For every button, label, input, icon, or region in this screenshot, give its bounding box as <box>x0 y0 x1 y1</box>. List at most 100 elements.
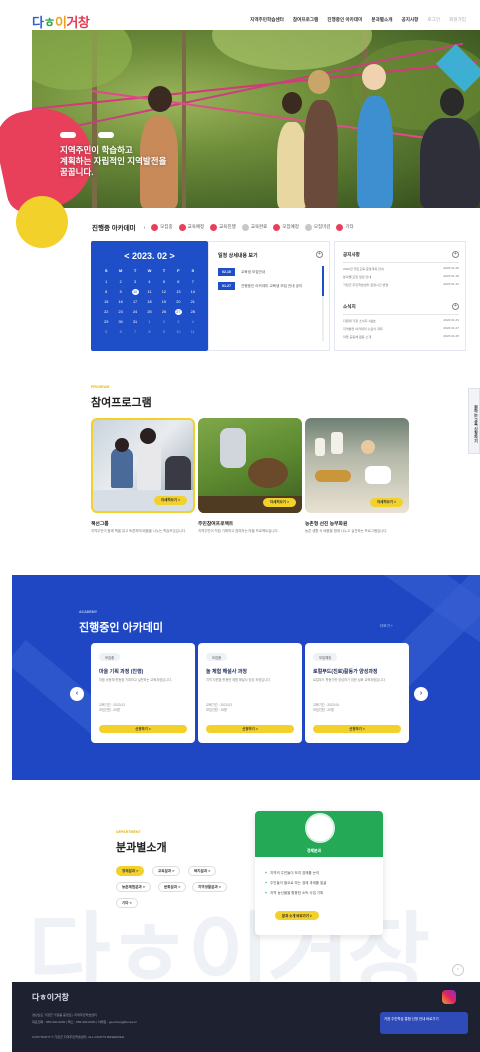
status-chip[interactable]: 교육예정 <box>178 223 204 231</box>
program-card[interactable]: 자세히보기 > 농촌형 선진 농부화원 농촌 생활 속 배움을 함께 나누고 실… <box>305 418 409 534</box>
calendar-day[interactable]: 29 <box>99 319 113 325</box>
academy-card[interactable]: 모집중 마을 기획 과정 (진행) 마을 공동체 활동을 기획하고 실천하는 교… <box>91 643 195 743</box>
carousel-prev-button[interactable]: ‹ <box>70 687 84 701</box>
newsletter-title[interactable]: 소식지 <box>343 304 356 310</box>
calendar-day[interactable]: 28 <box>186 309 200 315</box>
more-link[interactable]: 더보기 + <box>380 624 393 629</box>
detail-button[interactable]: 자세히보기 > <box>369 498 403 507</box>
calendar-day[interactable]: 4 <box>186 319 200 325</box>
calendar-day[interactable]: 7 <box>186 279 200 285</box>
nav-item[interactable]: 공지사항 <box>402 17 419 23</box>
calendar-day[interactable]: 22 <box>99 309 113 315</box>
calendar-day[interactable]: 6 <box>171 279 185 285</box>
calendar-day[interactable]: 16 <box>113 299 127 305</box>
calendar-day[interactable]: 7 <box>128 329 142 335</box>
apply-button[interactable]: 신청하기 > <box>99 725 187 733</box>
calendar-day[interactable]: 17 <box>128 299 142 305</box>
site-logo[interactable]: 다ㅎ이거창 <box>32 12 90 31</box>
nav-item[interactable]: 지역주민학습센터 <box>250 17 284 23</box>
notice-row[interactable]: 거창군 주민학습센터 운영시간 변경 2023.01.12 <box>343 282 459 287</box>
department-link-button[interactable]: 분과 소개 바로가기 > <box>275 911 319 920</box>
scroll-top-button[interactable]: ↑ <box>452 964 464 976</box>
calendar-day[interactable]: 9 <box>113 289 127 295</box>
schedule-row[interactable]: 01.27 진행중인 아카데미 교육생 모집 안내 공지 <box>218 282 302 290</box>
calendar-day[interactable]: 2 <box>113 279 127 285</box>
dept-chip[interactable]: 기타 > <box>116 898 138 908</box>
calendar-day[interactable]: 12 <box>157 289 171 295</box>
calendar-day[interactable]: 24 <box>128 309 142 315</box>
plus-icon[interactable]: + <box>452 303 459 310</box>
calendar-day[interactable]: 23 <box>113 309 127 315</box>
footer-banner[interactable]: 거창 주민학습 통합 신청 안내 바로가기 <box>380 1012 468 1034</box>
calendar-day[interactable]: 31 <box>128 319 142 325</box>
program-card[interactable]: 자세히보기 > 주민참여프로젝트 지역주민이 직접 기획하고 참여하는 마을 프… <box>198 418 302 534</box>
nav-item[interactable]: 참여프로그램 <box>293 17 318 23</box>
status-chip[interactable]: 모집중 <box>151 223 173 231</box>
calendar-day[interactable]: 10 <box>171 329 185 335</box>
dept-chip[interactable]: 복지분과 > <box>188 866 217 876</box>
calendar-day[interactable]: 20 <box>171 299 185 305</box>
notice-row[interactable]: 분과별 모임 일정 안내 2023.01.18 <box>343 274 459 279</box>
notice-row[interactable]: 2023년 주민교육 운영계획 안내 2023.01.20 <box>343 266 459 271</box>
calendar-day[interactable]: 10 <box>131 289 139 295</box>
hero-slide-indicator[interactable] <box>60 132 114 138</box>
calendar-day[interactable]: 3 <box>128 279 142 285</box>
detail-button[interactable]: 자세히보기 > <box>153 496 187 505</box>
apply-button[interactable]: 신청하기 > <box>206 725 294 733</box>
academy-card[interactable]: 모집예정 로컬푸드(진로)활동가 양성과정 로컬푸드 활동가를 양성하기 위한 … <box>305 643 409 743</box>
calendar-day[interactable]: 19 <box>157 299 171 305</box>
calendar-day[interactable]: 15 <box>99 299 113 305</box>
status-chip[interactable]: 모집마감 <box>304 223 330 231</box>
status-chip[interactable]: 교육완료 <box>241 223 267 231</box>
plus-icon[interactable]: + <box>452 251 459 258</box>
academy-card[interactable]: 모집중 놀 체험 해설사 과정 지역 자원을 활용한 체험 해설사 양성 과정입… <box>198 643 302 743</box>
dept-chip[interactable]: 지역생활분과 > <box>192 882 227 892</box>
carousel-next-button[interactable]: › <box>414 687 428 701</box>
calendar-day[interactable]: 6 <box>113 329 127 335</box>
status-chip[interactable]: 기타 <box>336 223 354 231</box>
calendar-day[interactable]: 11 <box>186 329 200 335</box>
newsletter-row[interactable]: 다함께 거창 소식지 1월호 2023.01.31 <box>343 318 459 323</box>
schedule-row[interactable]: 02.10 교육생 모집안내 <box>218 268 265 276</box>
dept-chip[interactable]: 농촌체험분과 > <box>116 882 151 892</box>
calendar-month-title[interactable]: < 2023. 02 > <box>91 251 208 261</box>
status-chip[interactable]: 모집예정 <box>273 223 299 231</box>
dept-chip[interactable]: 문화분과 > <box>158 882 187 892</box>
calendar-day[interactable]: 21 <box>186 299 200 305</box>
dept-chip[interactable]: 교육분과 > <box>152 866 181 876</box>
newsletter-row[interactable]: 지역발전 아카데미 수료식 개최 2023.01.27 <box>343 326 459 331</box>
apply-side-tab[interactable]: 원하는 교육 신청하기 <box>468 388 480 454</box>
calendar-day[interactable]: 9 <box>157 329 171 335</box>
calendar-day[interactable]: 5 <box>99 329 113 335</box>
calendar-day[interactable]: 26 <box>157 309 171 315</box>
detail-button[interactable]: 자세히보기 > <box>262 498 296 507</box>
scrollbar[interactable] <box>322 266 324 341</box>
apply-button[interactable]: 신청하기 > <box>313 725 401 733</box>
calendar-day[interactable]: 30 <box>113 319 127 325</box>
calendar-day[interactable]: 25 <box>142 309 156 315</box>
calendar-day[interactable]: 11 <box>142 289 156 295</box>
calendar-day[interactable]: 13 <box>171 289 185 295</box>
calendar-day[interactable]: 8 <box>142 329 156 335</box>
calendar-day[interactable]: 14 <box>186 289 200 295</box>
calendar-day[interactable]: 18 <box>142 299 156 305</box>
instagram-icon[interactable] <box>442 990 456 1004</box>
signup-link[interactable]: 회원가입 <box>449 17 466 23</box>
newsletter-row[interactable]: 마을 공동체 활동 소개 2023.01.25 <box>343 334 459 339</box>
calendar-day[interactable]: 27 <box>174 309 182 315</box>
calendar-day[interactable]: 3 <box>171 319 185 325</box>
calendar-day[interactable]: 8 <box>99 289 113 295</box>
nav-item[interactable]: 분과별소개 <box>371 17 392 23</box>
calendar-day[interactable]: 4 <box>142 279 156 285</box>
dept-chip[interactable]: 경제분과 > <box>116 866 145 876</box>
nav-item[interactable]: 진행중인 아카데미 <box>327 17 362 23</box>
login-link[interactable]: 로그인 <box>427 17 440 23</box>
calendar-day[interactable]: 1 <box>99 279 113 285</box>
plus-icon[interactable]: + <box>316 251 323 258</box>
footer-logo[interactable]: 다ㅎ이거창 <box>32 992 69 1003</box>
calendar-day[interactable]: 2 <box>157 319 171 325</box>
calendar-day[interactable]: 5 <box>157 279 171 285</box>
calendar-day[interactable]: 1 <box>142 319 156 325</box>
status-chip[interactable]: 교육진행 <box>210 223 236 231</box>
program-card[interactable]: 자세히보기 > 책선그룹 지역주민이 함께 책을 읽고 토론하며 배움을 나누는… <box>91 418 195 534</box>
